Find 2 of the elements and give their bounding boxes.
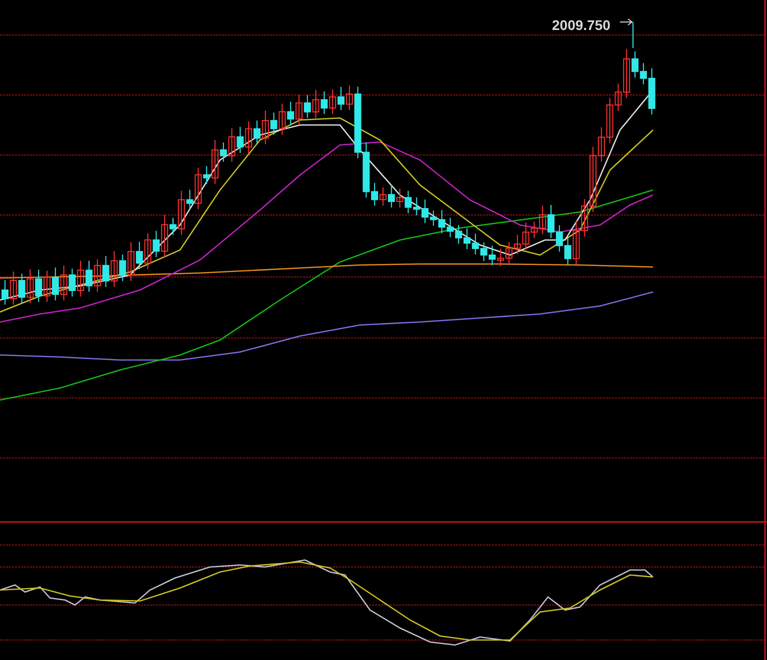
- high-price-label: 2009.750: [552, 16, 610, 34]
- arrow-icon: [620, 18, 633, 26]
